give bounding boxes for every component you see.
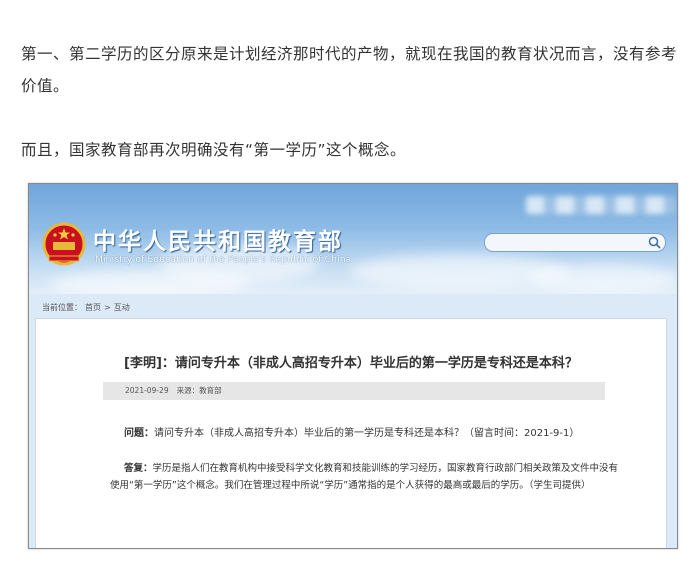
site-title: 中华人民共和国教育部 [93,229,343,255]
site-banner: 中华人民共和国教育部 Ministry of Education of the … [29,184,677,294]
question-title: [李明]：请问专升本（非成人高招专升本）毕业后的第一学历是专科还是本科？ [124,356,578,371]
answer-label: 答复： [124,463,153,474]
source-label: 来源：教育部 [176,386,222,395]
publish-date: 2021-09-29 [125,386,169,395]
national-emblem-icon [42,222,86,266]
breadcrumb-separator: > [104,303,111,312]
blurred-top-links [526,196,676,214]
question-label: 问题： [124,428,154,439]
embedded-screenshot: 中华人民共和国教育部 Ministry of Education of the … [28,183,678,549]
question-block: 问题：请问专升本（非成人高招专升本）毕业后的第一学历是专科还是本科？（留言时间：… [124,424,579,439]
answer-block: 答复：学历是指人们在教育机构中接受科学文化教育和技能训练的学习经历，国家教育行政… [110,460,620,494]
search-icon[interactable] [648,236,661,249]
article-paragraph-1: 第一、第二学历的区分原来是计划经济那时代的产物，就现在我国的教育状况而言，没有参… [21,44,678,95]
answer-text: 学历是指人们在教育机构中接受科学文化教育和技能训练的学习经历，国家教育行政部门相… [110,463,619,491]
article-paragraph-2: 而且，国家教育部再次明确没有“第一学历”这个概念。 [21,140,407,159]
question-text: 请问专升本（非成人高招专升本）毕业后的第一学历是专科还是本科？（留言时间：202… [154,428,580,439]
breadcrumb: 当前位置： 首页 > 互动 [42,302,133,313]
meta-bar: 2021-09-29 来源：教育部 [103,382,605,400]
search-input[interactable] [484,233,666,252]
breadcrumb-section[interactable]: 互动 [114,303,130,312]
breadcrumb-home[interactable]: 首页 [85,303,101,312]
article-panel: [李明]：请问专升本（非成人高招专升本）毕业后的第一学历是专科还是本科？ 202… [35,318,667,548]
breadcrumb-prefix: 当前位置： [42,303,82,312]
site-subtitle: Ministry of Education of the People's Re… [95,255,352,265]
